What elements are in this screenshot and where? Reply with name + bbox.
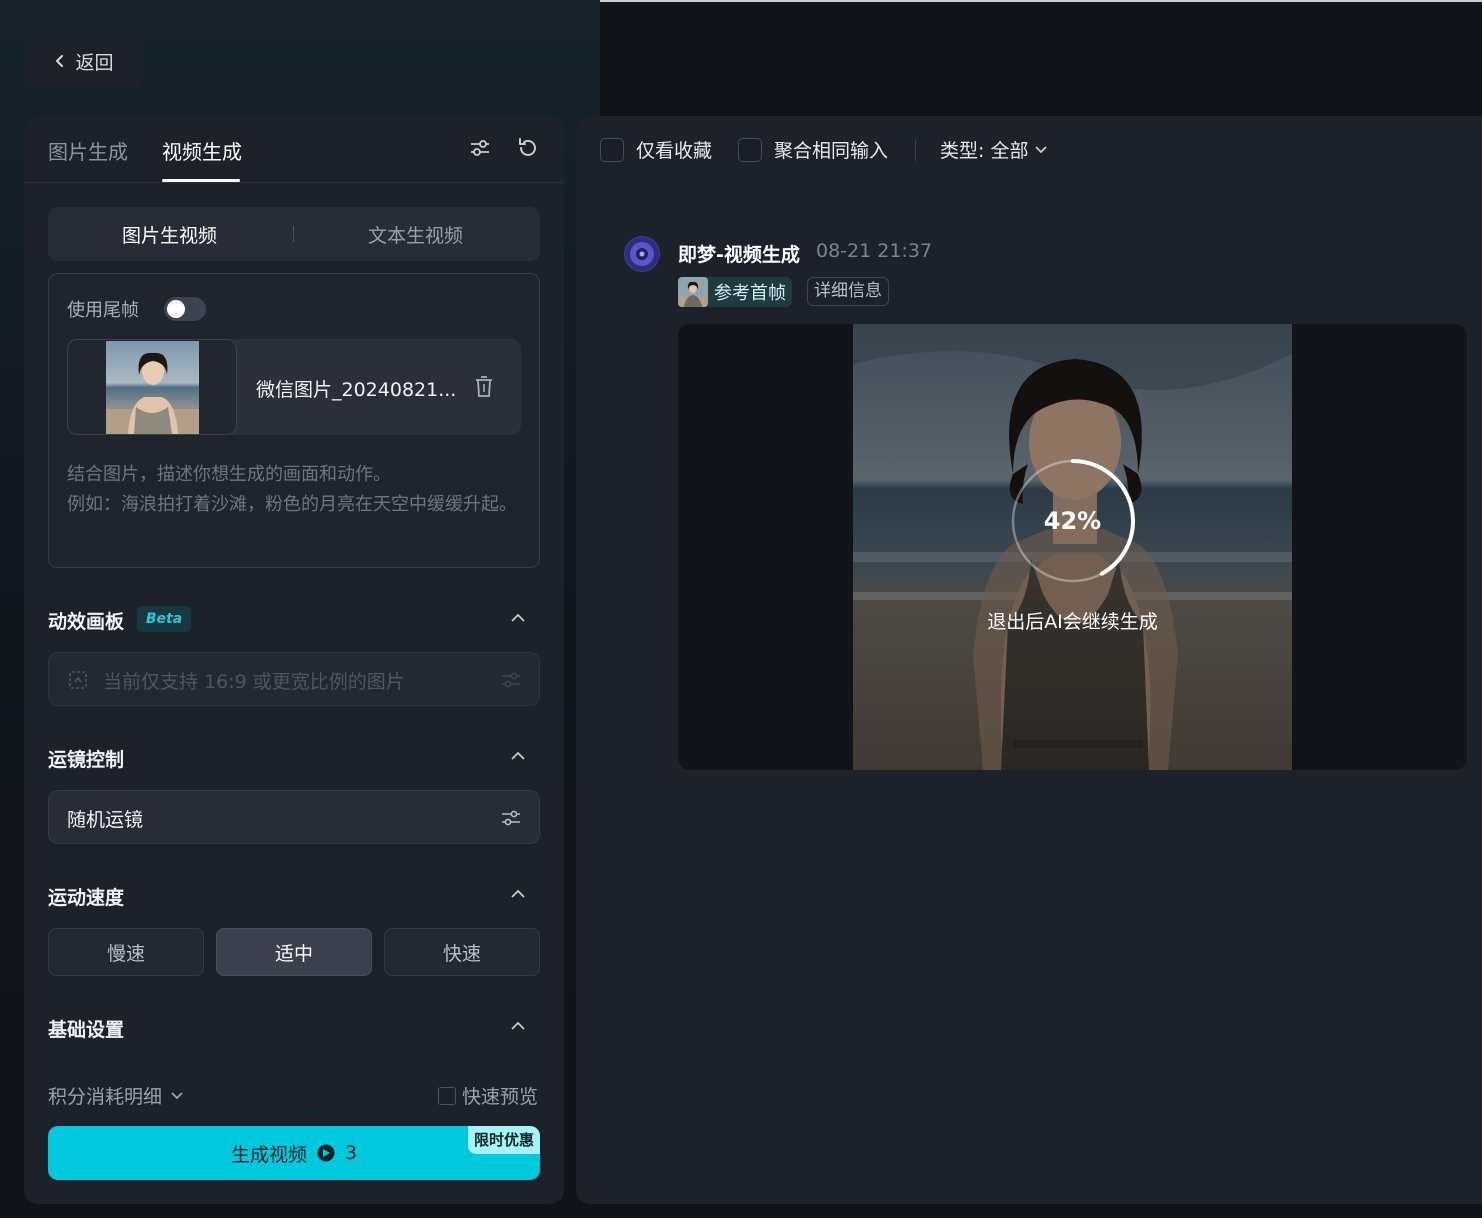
basic-settings-title: 基础设置 <box>48 1019 125 1041</box>
generate-label: 生成视频 <box>230 1143 307 1166</box>
type-filter-label: 类型: 全部 <box>940 140 1029 162</box>
tab-video-generation[interactable]: 视频生成 <box>162 136 242 165</box>
progress-status: 退出后AI会继续生成 <box>987 611 1158 633</box>
use-tail-frame-label: 使用尾帧 <box>67 300 139 321</box>
fast-preview-label: 快速预览 <box>462 1086 539 1108</box>
uploaded-image-thumbnail <box>106 341 199 434</box>
uploaded-file-row: 微信图片_20240821... <box>67 339 521 435</box>
trash-icon[interactable] <box>473 375 495 399</box>
effect-board-field: 当前仅支持 16:9 或更宽比例的图片 <box>48 652 540 706</box>
message-title: 即梦-视频生成 <box>678 244 800 266</box>
sliders-icon[interactable] <box>468 136 492 160</box>
favorites-only-filter[interactable]: 仅看收藏 <box>600 136 712 163</box>
message-time: 08-21 21:37 <box>816 240 933 262</box>
detail-info-button[interactable]: 详细信息 <box>807 277 889 306</box>
camera-control-select[interactable]: 随机运镜 <box>48 790 540 844</box>
camera-control-title: 运镜控制 <box>48 749 125 771</box>
uploaded-thumbnail-frame[interactable] <box>67 339 237 435</box>
chevron-up-icon[interactable] <box>510 889 526 899</box>
speed-medium-button[interactable]: 适中 <box>216 928 372 976</box>
mode-image-to-video[interactable]: 图片生视频 <box>122 221 217 248</box>
mode-text-to-video[interactable]: 文本生视频 <box>368 221 463 248</box>
speed-slow-button[interactable]: 慢速 <box>48 928 204 976</box>
credits-detail-toggle[interactable]: 积分消耗明细 <box>48 1082 184 1109</box>
speed-fast-button[interactable]: 快速 <box>384 928 540 976</box>
favorites-only-label: 仅看收藏 <box>636 140 713 162</box>
favorites-only-checkbox[interactable] <box>600 137 624 162</box>
toggle-knob <box>167 300 185 318</box>
tab-image-generation[interactable]: 图片生成 <box>48 136 128 165</box>
effect-board-title: 动效画板 <box>48 611 125 633</box>
dreamina-avatar <box>624 236 660 272</box>
reference-thumbnail <box>678 277 708 307</box>
generate-cost: 3 <box>344 1142 358 1164</box>
fast-preview-option[interactable]: 快速预览 <box>438 1082 538 1109</box>
type-filter-dropdown[interactable]: 类型: 全部 <box>940 136 1048 163</box>
promo-badge: 限时优惠 <box>467 1126 540 1154</box>
mode-switch: 图片生视频 文本生视频 <box>48 207 540 261</box>
merge-input-checkbox[interactable] <box>738 137 762 162</box>
generation-settings-panel: 图片生成 视频生成 图片生视频 文本生视频 使用尾帧 微信图片_20240821… <box>24 116 564 1204</box>
use-tail-frame-toggle[interactable] <box>164 297 206 321</box>
chevron-down-icon <box>1035 145 1048 153</box>
uploaded-file-name: 微信图片_20240821... <box>256 379 457 401</box>
crop-icon <box>69 671 87 689</box>
mode-separator <box>293 226 294 242</box>
refresh-icon[interactable] <box>516 136 540 160</box>
fast-preview-checkbox[interactable] <box>438 1086 456 1105</box>
back-label: 返回 <box>75 51 114 74</box>
merge-input-filter[interactable]: 聚合相同输入 <box>738 136 888 163</box>
sliders-icon <box>502 672 520 688</box>
sliders-icon <box>502 810 520 826</box>
chevron-up-icon[interactable] <box>510 613 526 623</box>
video-generation-card[interactable]: 42% 退出后AI会继续生成 <box>678 324 1467 770</box>
results-panel: 仅看收藏 聚合相同输入 类型: 全部 即梦-视频生成 08-21 21:37 参… <box>576 116 1482 1204</box>
image-upload-card: 使用尾帧 微信图片_20240821... 结合图片，描述你想生成的画面和动作。… <box>48 273 540 568</box>
generation-tabs: 图片生成 视频生成 <box>24 116 564 183</box>
reference-frame-tag[interactable]: 参考首帧 <box>678 277 792 307</box>
beta-badge: Beta <box>137 606 191 632</box>
credits-detail-label: 积分消耗明细 <box>48 1086 163 1108</box>
effect-board-hint: 当前仅支持 16:9 或更宽比例的图片 <box>103 671 405 693</box>
merge-input-label: 聚合相同输入 <box>774 140 889 162</box>
progress-percent: 42% <box>1043 507 1102 535</box>
reference-frame-label: 参考首帧 <box>714 283 786 304</box>
camera-control-value: 随机运镜 <box>67 809 144 831</box>
generate-video-button[interactable]: 生成视频 3 限时优惠 <box>48 1126 540 1180</box>
filter-separator <box>915 139 916 161</box>
back-button[interactable]: 返回 <box>24 34 143 88</box>
chevron-down-icon <box>171 1091 183 1099</box>
chevron-left-icon <box>56 55 64 67</box>
chevron-up-icon[interactable] <box>510 1021 526 1031</box>
chevron-up-icon[interactable] <box>510 751 526 761</box>
credit-coin-icon <box>317 1144 335 1162</box>
active-tab-indicator <box>162 179 240 182</box>
prompt-input[interactable]: 结合图片，描述你想生成的画面和动作。 例如：海浪拍打着沙滩，粉色的月亮在天空中缓… <box>67 460 527 520</box>
motion-speed-title: 运动速度 <box>48 887 125 909</box>
